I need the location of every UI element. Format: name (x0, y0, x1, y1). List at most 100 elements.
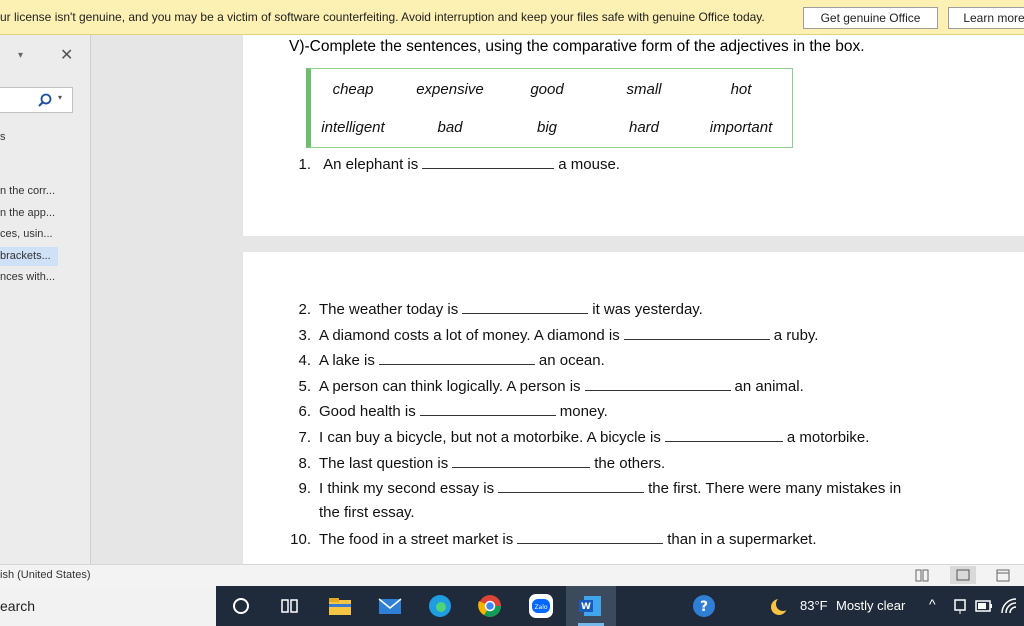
answer-blank[interactable] (584, 376, 731, 391)
question-number: 10. (290, 531, 311, 548)
weather-description[interactable]: Mostly clear (836, 598, 905, 613)
answer-blank[interactable] (517, 529, 664, 544)
get-genuine-office-button[interactable]: Get genuine Office (803, 7, 938, 29)
question-line: 6. Good health is money. (281, 401, 608, 420)
navigation-pane: ▾ ✕ ▾ s n the corr... n the app... ces, … (0, 35, 91, 564)
taskbar-search-box[interactable]: earch (0, 586, 216, 626)
question-line: 10. The food in a street market is than in… (281, 529, 817, 548)
question-line: 3. A diamond costs a lot of money. A diam… (281, 325, 818, 344)
box-word: expensive (416, 81, 484, 98)
question-line: 5. A person can think logically. A person… (281, 376, 804, 395)
help-icon[interactable]: ? (690, 592, 718, 620)
box-word: intelligent (321, 119, 385, 136)
answer-blank[interactable] (462, 299, 589, 314)
print-layout-button[interactable] (950, 566, 976, 584)
print-layout-icon (956, 569, 970, 581)
question-before: The weather today is (319, 301, 459, 318)
question-before: Good health is (319, 403, 416, 420)
box-word: bad (437, 119, 463, 136)
question-number: 3. (298, 327, 311, 344)
nav-item[interactable]: n the corr... (0, 185, 55, 197)
question-line: 2. The weather today is it was yesterday. (281, 299, 703, 318)
adjective-word-box: cheap expensive good small hot intellige… (306, 68, 793, 148)
document-page: V)-Complete the sentences, using the com… (243, 35, 1024, 236)
question-before: I think my second essay is (319, 480, 495, 497)
weather-moon-icon[interactable] (768, 596, 790, 618)
question-after: the others. (594, 455, 666, 472)
status-bar: ish (United States) (0, 564, 1024, 587)
banner-message: ur license isn't genuine, and you may be… (0, 10, 765, 24)
box-word: important (709, 119, 773, 136)
question-number: 4. (298, 352, 311, 369)
question-before: the first essay. (319, 504, 415, 521)
search-icon (38, 93, 52, 107)
task-view-icon[interactable] (276, 592, 304, 620)
answer-blank[interactable] (498, 478, 645, 493)
cortana-icon[interactable] (229, 592, 257, 620)
box-word: hot (730, 81, 752, 98)
exercise-heading: V)-Complete the sentences, using the com… (289, 38, 865, 55)
file-explorer-icon[interactable] (326, 592, 354, 620)
question-after: than in a supermarket. (667, 531, 817, 548)
battery-icon[interactable] (975, 599, 993, 613)
answer-blank[interactable] (452, 453, 591, 468)
nav-item[interactable]: s (0, 131, 6, 143)
network-device-icon[interactable] (952, 597, 968, 615)
answer-blank[interactable] (623, 325, 770, 340)
show-hidden-icons-chevron-icon[interactable]: ^ (929, 596, 936, 612)
question-line: 4. A lake is an ocean. (281, 350, 605, 369)
word-taskbar-button[interactable]: W (566, 586, 616, 626)
read-mode-icon[interactable] (915, 569, 929, 582)
box-word: big (536, 119, 558, 136)
document-page: 2. The weather today is it was yesterday. 3… (243, 252, 1024, 564)
question-before: A lake is (319, 352, 375, 369)
svg-text:?: ? (700, 599, 708, 615)
nav-item[interactable]: nces with... (0, 271, 55, 283)
search-options-chevron-icon[interactable]: ▾ (58, 93, 62, 102)
web-layout-icon[interactable] (996, 569, 1010, 582)
chrome-browser-icon[interactable] (476, 592, 504, 620)
close-icon[interactable]: ✕ (60, 45, 73, 65)
license-warning-banner: ur license isn't genuine, and you may be… (0, 0, 1024, 35)
question-after: it was yesterday. (592, 301, 703, 318)
question-after: an ocean. (538, 352, 605, 369)
taskbar-search-label: earch (0, 598, 36, 614)
question-number: 5. (298, 378, 311, 395)
question-after: a mouse. (558, 156, 620, 173)
nav-item[interactable]: n the app... (0, 207, 55, 219)
question-after: an animal. (734, 378, 804, 395)
zalo-app-icon[interactable]: Zalo (527, 592, 555, 620)
question-number: 6. (298, 403, 311, 420)
answer-blank[interactable] (378, 350, 535, 365)
question-line: 7. I can buy a bicycle, but not a motorbi… (281, 427, 869, 446)
box-word: hard (628, 119, 660, 136)
box-word: cheap (332, 81, 374, 98)
wifi-icon[interactable] (1000, 597, 1018, 615)
box-word: small (626, 81, 662, 98)
question-before: A person can think logically. A person i… (319, 378, 581, 395)
search-document-input[interactable]: ▾ (0, 87, 73, 113)
answer-blank[interactable] (419, 401, 556, 416)
question-line: 9. I think my second essay is the first. T… (281, 478, 901, 497)
question-after: the first. There were many mistakes in (648, 480, 902, 497)
learn-more-button[interactable]: Learn more (948, 7, 1024, 29)
nav-item[interactable]: ces, usin... (0, 228, 53, 240)
edge-browser-icon[interactable] (426, 592, 454, 620)
answer-blank[interactable] (422, 154, 555, 169)
chevron-down-icon[interactable]: ▾ (18, 50, 23, 61)
box-word: good (530, 81, 564, 98)
question-after: money. (559, 403, 608, 420)
word-app-icon: W (579, 596, 601, 616)
answer-blank[interactable] (664, 427, 783, 442)
question-number: 8. (298, 455, 311, 472)
question-number: 1. (298, 156, 311, 173)
svg-text:W: W (581, 602, 591, 612)
question-after: a ruby. (773, 327, 819, 344)
question-before: I can buy a bicycle, but not a motorbike… (319, 429, 661, 446)
language-status[interactable]: ish (United States) (0, 569, 90, 581)
mail-icon[interactable] (376, 592, 404, 620)
svg-text:Zalo: Zalo (534, 604, 547, 611)
question-before: The last question is (319, 455, 449, 472)
nav-item-selected[interactable]: brackets... (0, 247, 58, 266)
weather-temperature[interactable]: 83°F (800, 598, 828, 613)
